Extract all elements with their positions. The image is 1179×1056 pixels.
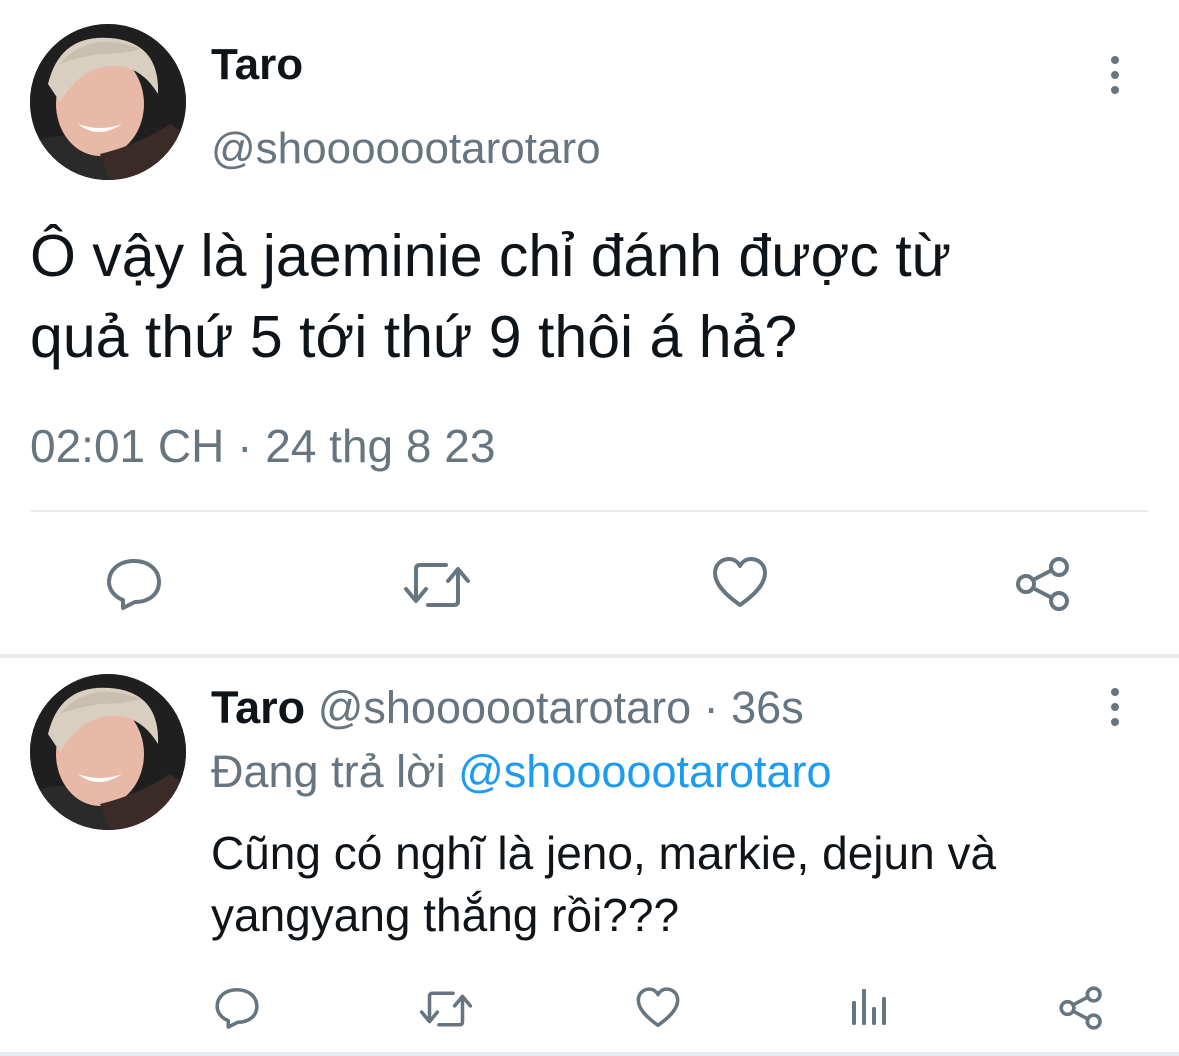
retweet-icon[interactable]: [402, 557, 472, 613]
reply-icon[interactable]: [214, 985, 260, 1031]
avatar-photo: [30, 674, 186, 830]
avatar-photo: [30, 24, 186, 180]
retweet-icon[interactable]: [418, 987, 474, 1031]
timestamp[interactable]: 02:01 CH · 24 thg 8 23: [30, 419, 495, 473]
display-name[interactable]: Taro: [211, 40, 303, 90]
reply-header: Taro @shoooootarotaro · 36s: [211, 682, 804, 734]
avatar[interactable]: [30, 24, 186, 180]
like-icon[interactable]: [635, 986, 681, 1030]
divider: [0, 1052, 1179, 1056]
tweet-text-line: Cũng có nghĩ là jeno, markie, dejun và: [211, 827, 997, 879]
relative-time[interactable]: · 36s: [704, 682, 804, 733]
display-name[interactable]: Taro: [211, 682, 305, 733]
avatar[interactable]: [30, 674, 186, 830]
share-icon[interactable]: [1014, 555, 1072, 613]
analytics-icon[interactable]: [850, 985, 890, 1027]
tweet-text-line: quả thứ 5 tới thứ 9 thôi á hả?: [30, 304, 798, 370]
replying-to: Đang trả lời @shoooootarotaro: [211, 746, 832, 798]
share-icon[interactable]: [1058, 985, 1104, 1031]
tweet-text-line: yangyang thắng rồi???: [211, 889, 680, 941]
more-options-icon[interactable]: [1095, 45, 1135, 105]
divider: [0, 654, 1179, 658]
reply-icon[interactable]: [105, 555, 163, 613]
replying-prefix: Đang trả lời: [211, 746, 446, 797]
replying-handle-link[interactable]: @shoooootarotaro: [458, 746, 831, 797]
more-options-icon[interactable]: [1095, 677, 1135, 737]
like-icon[interactable]: [711, 555, 769, 611]
divider: [30, 510, 1148, 512]
handle[interactable]: @shooooootarotaro: [211, 124, 601, 174]
handle[interactable]: @shoooootarotaro: [318, 682, 691, 733]
tweet-text-line: Ô vậy là jaeminie chỉ đánh được từ: [30, 223, 952, 289]
